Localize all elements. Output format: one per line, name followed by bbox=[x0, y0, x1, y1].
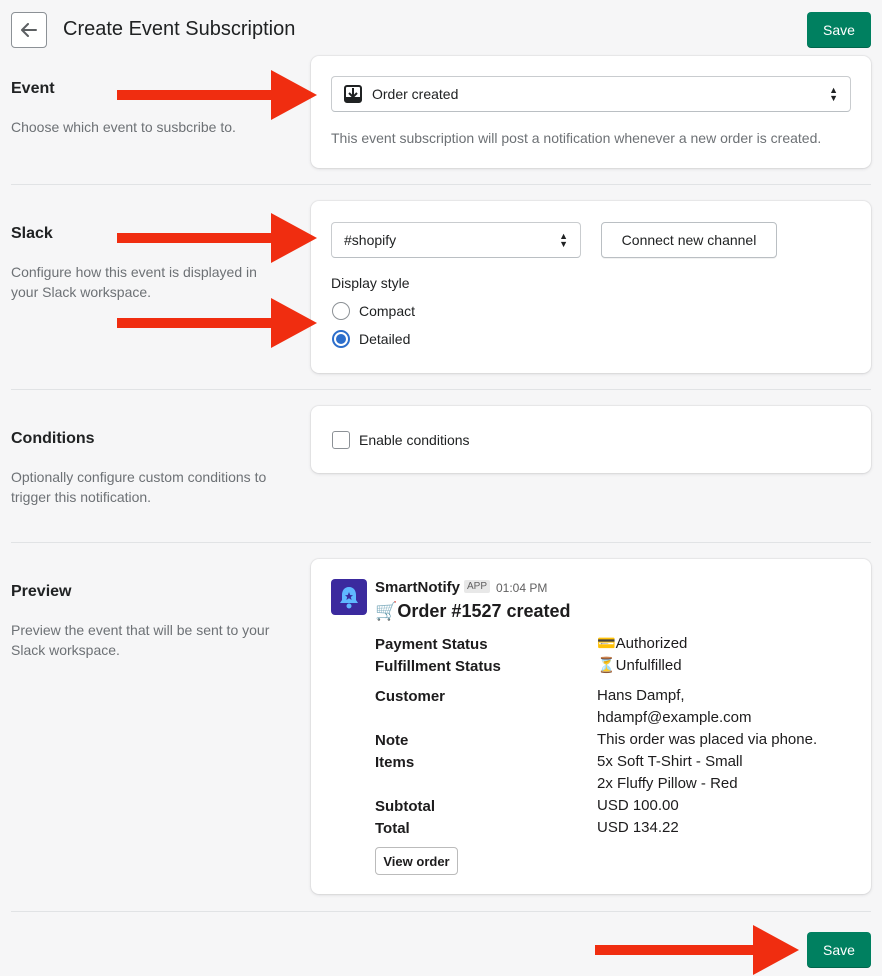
section-divider bbox=[11, 911, 871, 912]
annotation-arrow-display-style bbox=[117, 298, 317, 348]
app-badge: APP bbox=[464, 580, 491, 593]
event-helper-text: This event subscription will post a noti… bbox=[331, 130, 822, 146]
section-divider bbox=[11, 184, 871, 185]
slack-card: #shopify ▲ ▼ Connect new channel Display … bbox=[311, 201, 871, 373]
preview-section-description: Preview the event that will be sent to y… bbox=[11, 622, 270, 658]
app-avatar bbox=[331, 579, 367, 615]
annotation-arrow-save bbox=[595, 925, 805, 975]
section-divider bbox=[11, 389, 871, 390]
slack-section-title: Slack bbox=[11, 225, 53, 242]
bell-icon bbox=[340, 587, 358, 609]
save-button-top[interactable]: Save bbox=[807, 12, 871, 48]
conditions-card: Enable conditions bbox=[311, 406, 871, 473]
field-key: Fulfillment Status bbox=[375, 658, 501, 675]
top-bar: Create Event Subscription Save bbox=[0, 0, 882, 60]
field-value: ⏳Unfulfilled bbox=[597, 657, 682, 674]
save-button-bottom[interactable]: Save bbox=[807, 932, 871, 968]
field-value: USD 100.00 bbox=[597, 797, 679, 814]
field-value: Hans Dampf, bbox=[597, 687, 685, 704]
field-value: 5x Soft T-Shirt - Small bbox=[597, 753, 743, 770]
channel-select[interactable]: #shopify ▲ ▼ bbox=[331, 222, 581, 258]
field-value: This order was placed via phone. bbox=[597, 731, 818, 748]
radio-compact-label: Compact bbox=[359, 303, 416, 319]
field-key: Total bbox=[375, 820, 410, 837]
view-order-button[interactable]: View order bbox=[375, 847, 458, 875]
select-caret-icon: ▲ ▼ bbox=[829, 85, 838, 103]
channel-select-value: #shopify bbox=[344, 232, 397, 248]
field-key: Subtotal bbox=[375, 798, 435, 815]
field-value: hdampf@example.com bbox=[597, 709, 752, 726]
field-key: Customer bbox=[375, 688, 446, 705]
connect-channel-button[interactable]: Connect new channel bbox=[601, 222, 777, 258]
event-section-description: Choose which event to susbcribe to. bbox=[11, 119, 236, 135]
field-key: Items bbox=[375, 754, 415, 771]
display-style-label: Display style bbox=[331, 275, 410, 291]
enable-conditions-label: Enable conditions bbox=[359, 432, 470, 448]
event-card: Order created ▲ ▼ This event subscription… bbox=[311, 56, 871, 168]
conditions-section-description: Optionally configure custom conditions t… bbox=[11, 469, 267, 505]
arrow-left-icon bbox=[21, 23, 37, 37]
radio-detailed[interactable] bbox=[332, 330, 350, 348]
message-heading: 🛒Order #1527 created bbox=[375, 601, 571, 621]
section-divider bbox=[11, 542, 871, 543]
radio-compact[interactable] bbox=[332, 302, 350, 320]
conditions-section-title: Conditions bbox=[11, 430, 95, 447]
annotation-arrow-channel bbox=[117, 213, 317, 263]
app-name: SmartNotify bbox=[375, 579, 461, 596]
field-value: 2x Fluffy Pillow - Red bbox=[597, 775, 738, 792]
event-select-value: Order created bbox=[372, 86, 459, 102]
field-key: Payment Status bbox=[375, 636, 488, 653]
field-value: USD 134.22 bbox=[597, 819, 679, 836]
download-icon bbox=[344, 85, 362, 103]
field-key: Note bbox=[375, 732, 409, 749]
enable-conditions-checkbox[interactable] bbox=[332, 431, 350, 449]
message-time: 01:04 PM bbox=[496, 581, 548, 595]
event-section-title: Event bbox=[11, 80, 55, 97]
select-caret-icon: ▲ ▼ bbox=[559, 231, 568, 249]
field-value: 💳Authorized bbox=[597, 635, 688, 652]
event-select[interactable]: Order created ▲ ▼ bbox=[331, 76, 851, 112]
annotation-arrow-event bbox=[117, 70, 317, 120]
radio-detailed-label: Detailed bbox=[359, 331, 411, 347]
preview-section-title: Preview bbox=[11, 583, 72, 600]
slack-section-description: Configure how this event is displayed in… bbox=[11, 264, 257, 300]
back-button[interactable] bbox=[11, 12, 47, 48]
page-title: Create Event Subscription bbox=[63, 18, 296, 40]
